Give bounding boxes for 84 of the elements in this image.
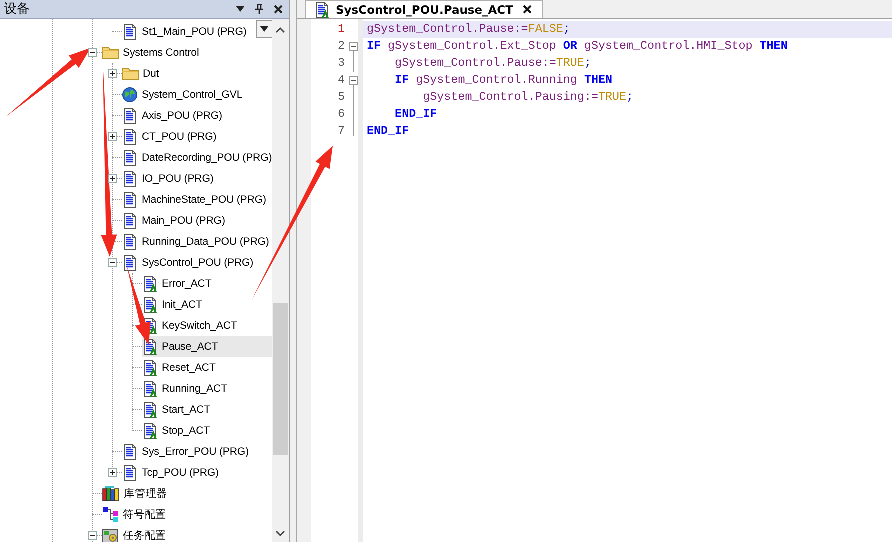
document-badge-icon xyxy=(142,402,158,418)
tree-item[interactable]: Systems Control xyxy=(102,42,202,63)
document-icon xyxy=(122,212,138,228)
pin-button[interactable] xyxy=(253,2,266,16)
scroll-down-icon xyxy=(276,531,285,537)
document-badge-icon xyxy=(142,296,158,312)
collapse-toggle[interactable] xyxy=(88,531,96,540)
expand-toggle[interactable] xyxy=(108,132,116,141)
folder-icon xyxy=(122,66,139,81)
tree-item[interactable]: Reset_ACT xyxy=(142,357,218,378)
panel-title: 设备 xyxy=(4,1,30,18)
panel-menu-button[interactable] xyxy=(234,4,247,14)
books-icon xyxy=(102,486,120,502)
close-icon[interactable] xyxy=(523,5,532,14)
document-badge-icon xyxy=(142,360,158,376)
scroll-up-icon xyxy=(276,27,285,33)
tree-item[interactable]: Running_Data_POU (PRG) xyxy=(122,231,272,252)
tree-item[interactable]: Pause_ACT xyxy=(142,336,272,357)
tree-item[interactable]: Start_ACT xyxy=(142,399,213,420)
code-line: END_IF xyxy=(366,123,410,140)
tree-item[interactable]: System_Control_GVL xyxy=(122,84,245,105)
gear-icon xyxy=(102,528,119,542)
line-number: 4 xyxy=(336,72,346,89)
pin-icon xyxy=(255,4,264,14)
scrollbar[interactable] xyxy=(272,19,289,542)
tree-item[interactable]: SysControl_POU (PRG) xyxy=(122,252,256,273)
document-icon xyxy=(122,170,138,186)
tree-item[interactable]: St1_Main_POU (PRG) xyxy=(122,21,249,42)
document-icon xyxy=(122,444,138,460)
document-icon xyxy=(122,464,138,480)
tree-item[interactable]: 任务配置 xyxy=(102,525,169,542)
tree-item[interactable]: IO_POU (PRG) xyxy=(122,168,216,189)
dropdown-button[interactable] xyxy=(256,20,272,38)
tree-item[interactable]: MachineState_POU (PRG) xyxy=(122,189,268,210)
caret-icon xyxy=(260,26,269,32)
code-line: gSystem_Control.Pausing:=TRUE; xyxy=(422,89,635,106)
tree-item[interactable]: Axis_POU (PRG) xyxy=(122,105,224,126)
squares-icon xyxy=(102,506,119,522)
document-icon xyxy=(122,254,138,270)
code-line: IF gSystem_Control.Running THEN xyxy=(394,72,614,89)
caret-icon xyxy=(236,6,245,12)
collapse-toggle[interactable] xyxy=(88,48,96,57)
document-badge-icon xyxy=(142,276,158,292)
line-number: 1 xyxy=(336,21,346,38)
globe-icon xyxy=(122,86,138,102)
tree-item[interactable]: 库管理器 xyxy=(102,483,170,504)
tree-item[interactable]: Error_ACT xyxy=(142,273,214,294)
document-icon xyxy=(122,108,138,124)
tree-item[interactable]: Dut xyxy=(122,63,162,84)
document-icon xyxy=(122,128,138,144)
collapse-toggle[interactable] xyxy=(108,258,116,267)
expand-toggle[interactable] xyxy=(108,69,116,78)
line-number: 7 xyxy=(336,123,346,140)
tree-item[interactable]: CT_POU (PRG) xyxy=(122,126,219,147)
folder-icon xyxy=(102,45,119,60)
document-badge-icon xyxy=(142,380,158,396)
tree-item[interactable]: 符号配置 xyxy=(102,504,169,525)
document-icon xyxy=(122,234,138,250)
editor-tab[interactable]: SysControl_POU.Pause_ACT xyxy=(305,0,544,18)
tree-item[interactable]: Stop_ACT xyxy=(142,420,212,441)
tree-item[interactable]: Tcp_POU (PRG) xyxy=(122,462,221,483)
tree-item[interactable]: DateRecording_POU (PRG) xyxy=(122,147,272,168)
line-number: 5 xyxy=(336,89,346,106)
code-line: gSystem_Control.Pause:=TRUE; xyxy=(394,55,592,72)
line-number: 6 xyxy=(336,106,346,123)
tree-item[interactable]: Main_POU (PRG) xyxy=(122,210,228,231)
document-badge-icon xyxy=(314,2,330,18)
line-number: 2 xyxy=(336,38,346,55)
tree-item[interactable]: Sys_Error_POU (PRG) xyxy=(122,441,251,462)
document-icon xyxy=(122,192,138,208)
scrollbar-thumb[interactable] xyxy=(273,303,288,455)
code-line: IF gSystem_Control.Ext_Stop OR gSystem_Control.HMI_Stop THEN xyxy=(366,38,789,55)
document-badge-icon xyxy=(142,338,158,354)
document-icon xyxy=(122,150,138,166)
tree-item[interactable]: Running_ACT xyxy=(142,378,230,399)
expand-toggle[interactable] xyxy=(108,174,116,183)
close-button[interactable] xyxy=(272,2,285,16)
document-icon xyxy=(122,24,138,40)
tree-item[interactable]: Init_ACT xyxy=(142,294,204,315)
expand-toggle[interactable] xyxy=(108,468,116,477)
close-icon xyxy=(274,4,283,14)
line-number: 3 xyxy=(336,55,346,72)
document-badge-icon xyxy=(142,422,158,438)
code-line: END_IF xyxy=(394,106,438,123)
